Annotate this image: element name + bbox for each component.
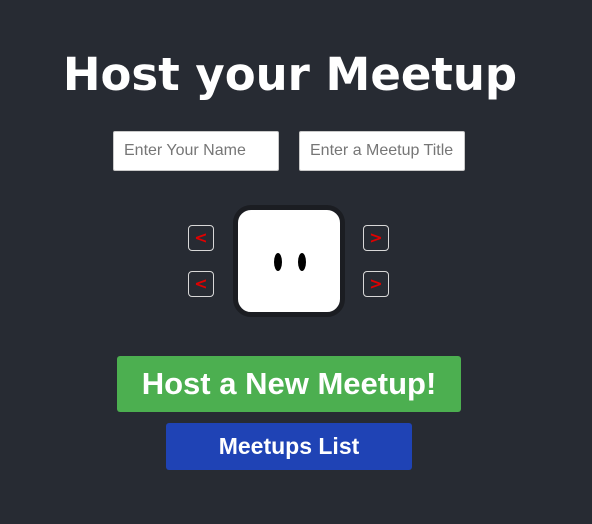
avatar-right-eye <box>298 253 306 271</box>
chevron-right-icon: > <box>369 274 383 293</box>
mouth-prev-button[interactable]: < <box>188 271 214 297</box>
avatar-preview <box>233 205 345 317</box>
chevron-left-icon: < <box>194 228 208 247</box>
name-input[interactable] <box>113 131 279 171</box>
meetups-list-button[interactable]: Meetups List <box>166 423 412 470</box>
host-meetup-button[interactable]: Host a New Meetup! <box>117 356 461 412</box>
meetup-title-input[interactable] <box>299 131 465 171</box>
eyes-next-button[interactable]: > <box>363 225 389 251</box>
avatar-left-eye <box>274 253 282 271</box>
chevron-right-icon: > <box>369 228 383 247</box>
mouth-next-button[interactable]: > <box>363 271 389 297</box>
page-title: Host your Meetup <box>62 48 518 101</box>
eyes-prev-button[interactable]: < <box>188 225 214 251</box>
chevron-left-icon: < <box>194 274 208 293</box>
